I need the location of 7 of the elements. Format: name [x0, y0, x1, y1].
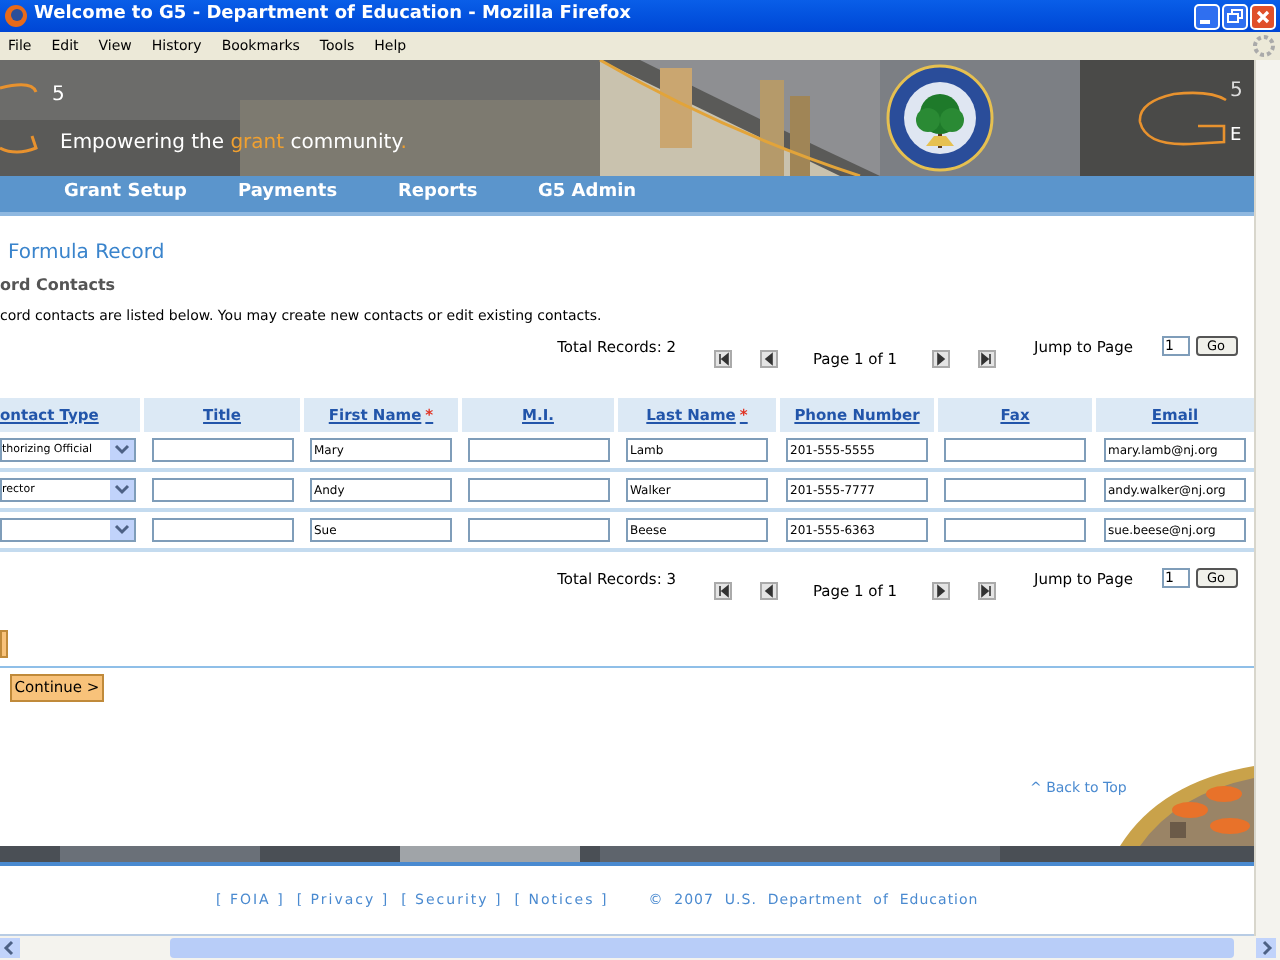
page-title: Formula Record: [6, 240, 167, 268]
logo-superscript: 5: [1230, 80, 1243, 104]
section-title: ord Contacts: [0, 274, 118, 298]
logo-letter: E: [1230, 126, 1242, 148]
logo-superscript: 5: [52, 82, 65, 110]
window-title: Welcome to G5 - Department of Education - Mozilla Firefox: [34, 2, 631, 29]
tagline: Empowering the grant community.: [60, 130, 407, 158]
